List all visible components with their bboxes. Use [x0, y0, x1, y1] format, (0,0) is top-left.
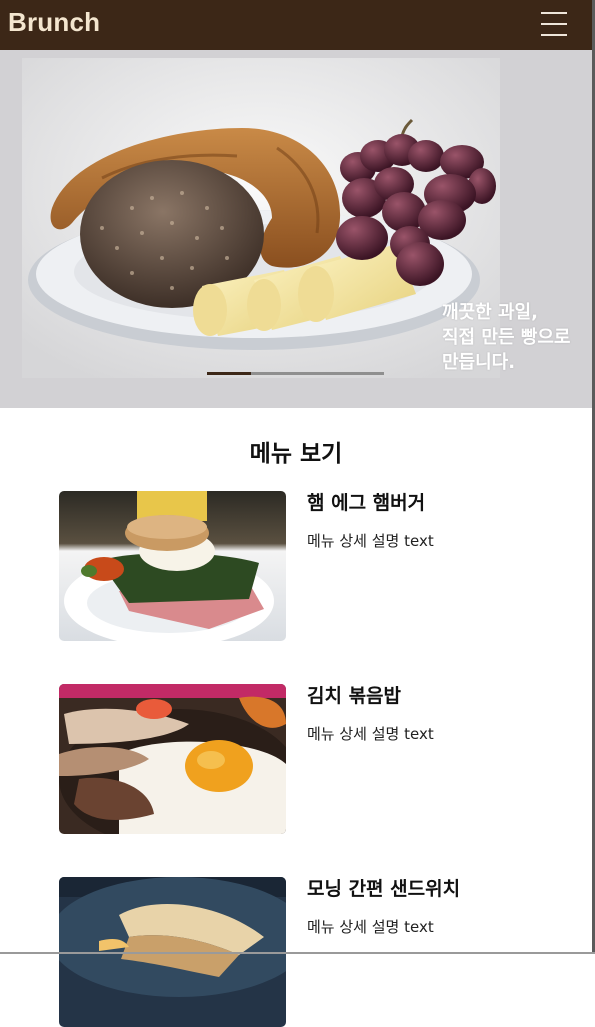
hero-caption: 깨끗한 과일, 직접 만든 빵으로 만듭니다. — [442, 300, 570, 375]
slider-progress-fill — [207, 372, 252, 375]
hero-banner[interactable]: 깨끗한 과일, 직접 만든 빵으로 만듭니다. — [0, 50, 592, 408]
menu-item-description: 메뉴 상세 설명 text — [307, 532, 434, 550]
menu-section-title: 메뉴 보기 — [249, 441, 343, 467]
hamburger-menu-icon[interactable] — [537, 8, 571, 40]
menu-item-description: 메뉴 상세 설명 text — [307, 918, 434, 936]
menu-item[interactable]: 햄 에그 햄버거 메뉴 상세 설명 text — [59, 491, 539, 641]
hero-caption-line: 직접 만든 빵으로 — [442, 327, 571, 348]
app-header: Brunch — [0, 0, 592, 50]
menu-item[interactable]: 김치 볶음밥 메뉴 상세 설명 text — [59, 684, 539, 834]
brand-logo[interactable]: Brunch — [8, 7, 100, 38]
hero-caption-line: 만듭니다. — [442, 352, 516, 373]
menu-thumbnail-burger — [59, 491, 286, 641]
menu-thumbnail-fried-rice — [59, 684, 286, 834]
menu-item-description: 메뉴 상세 설명 text — [307, 725, 434, 743]
menu-item-name: 모닝 간편 샌드위치 — [307, 878, 461, 900]
hero-breakfast-photo — [22, 58, 500, 378]
menu-item-name: 햄 에그 햄버거 — [307, 492, 426, 514]
hero-caption-line: 깨끗한 과일, — [442, 302, 538, 323]
slider-progress-bar[interactable] — [207, 372, 384, 375]
menu-item-name: 김치 볶음밥 — [307, 685, 402, 707]
